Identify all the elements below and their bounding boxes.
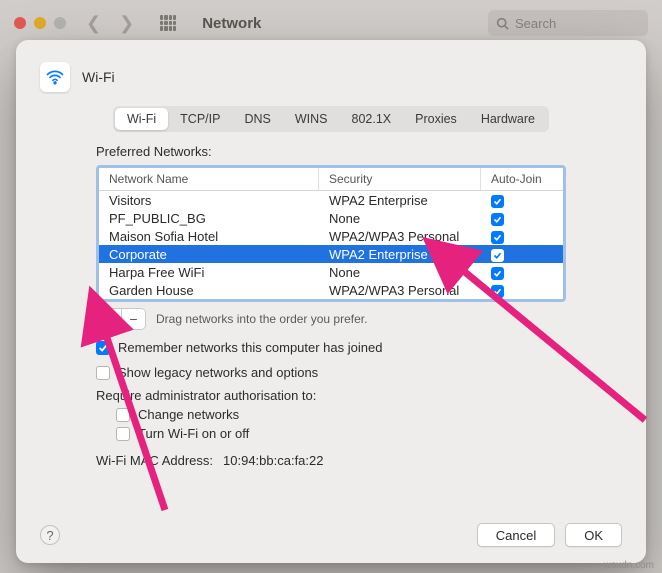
network-name: Corporate: [99, 245, 319, 263]
col-header-security[interactable]: Security: [319, 168, 481, 190]
network-name: Maison Sofia Hotel: [99, 227, 319, 245]
tab-dns[interactable]: DNS: [232, 108, 282, 130]
network-security: WPA2/WPA3 Personal: [319, 281, 481, 299]
tab-hardware[interactable]: Hardware: [469, 108, 547, 130]
network-name: PF_PUBLIC_BG: [99, 209, 319, 227]
networks-table: Network Name Security Auto-Join Visitors…: [96, 165, 566, 302]
sheet-footer: ? Cancel OK: [40, 513, 622, 547]
network-name: Harpa Free WiFi: [99, 263, 319, 281]
wifi-icon: [40, 62, 70, 92]
autojoin-checkbox[interactable]: [491, 195, 504, 208]
watermark: wsxdn.com: [604, 560, 654, 571]
change-networks-row[interactable]: Change networks: [116, 407, 566, 422]
col-header-autojoin[interactable]: Auto-Join: [481, 168, 563, 190]
tab-802-1x[interactable]: 802.1X: [340, 108, 404, 130]
remove-network-button[interactable]: −: [121, 309, 145, 329]
tab-wins[interactable]: WINS: [283, 108, 340, 130]
table-row[interactable]: CorporateWPA2 Enterprise: [99, 245, 563, 263]
network-security: WPA2 Enterprise: [319, 245, 481, 263]
tab-tcp-ip[interactable]: TCP/IP: [168, 108, 232, 130]
network-security: WPA2/WPA3 Personal: [319, 227, 481, 245]
autojoin-cell[interactable]: [481, 263, 563, 281]
show-legacy-row[interactable]: Show legacy networks and options: [96, 365, 566, 380]
table-body: VisitorsWPA2 EnterprisePF_PUBLIC_BGNoneM…: [99, 191, 563, 299]
table-header: Network Name Security Auto-Join: [99, 168, 563, 191]
add-network-button[interactable]: +: [97, 309, 121, 329]
drag-hint: Drag networks into the order you prefer.: [156, 312, 367, 326]
network-security: None: [319, 263, 481, 281]
turn-wifi-checkbox[interactable]: [116, 427, 130, 441]
autojoin-checkbox[interactable]: [491, 213, 504, 226]
add-remove-group: + −: [96, 308, 146, 330]
table-row[interactable]: Harpa Free WiFiNone: [99, 263, 563, 281]
table-row[interactable]: VisitorsWPA2 Enterprise: [99, 191, 563, 209]
table-footer: + − Drag networks into the order you pre…: [96, 308, 566, 330]
help-button[interactable]: ?: [40, 525, 60, 545]
turn-wifi-row[interactable]: Turn Wi-Fi on or off: [116, 426, 566, 441]
col-header-name[interactable]: Network Name: [99, 168, 319, 190]
ok-button[interactable]: OK: [565, 523, 622, 547]
network-name: Garden House: [99, 281, 319, 299]
autojoin-cell[interactable]: [481, 191, 563, 209]
sheet-title: Wi-Fi: [82, 69, 115, 85]
change-networks-checkbox[interactable]: [116, 408, 130, 422]
autojoin-cell[interactable]: [481, 281, 563, 299]
turn-wifi-label: Turn Wi-Fi on or off: [138, 426, 249, 441]
cancel-button[interactable]: Cancel: [477, 523, 555, 547]
table-row[interactable]: Garden HouseWPA2/WPA3 Personal: [99, 281, 563, 299]
show-legacy-checkbox[interactable]: [96, 366, 110, 380]
sheet-header: Wi-Fi: [40, 62, 622, 92]
content-area: Preferred Networks: Network Name Securit…: [40, 144, 622, 513]
network-security: WPA2 Enterprise: [319, 191, 481, 209]
wifi-advanced-sheet: Wi-Fi Wi-FiTCP/IPDNSWINS802.1XProxiesHar…: [16, 40, 646, 563]
tab-proxies[interactable]: Proxies: [403, 108, 469, 130]
autojoin-cell[interactable]: [481, 209, 563, 227]
autojoin-cell[interactable]: [481, 227, 563, 245]
require-admin-label: Require administrator authorisation to:: [96, 388, 566, 403]
autojoin-cell[interactable]: [481, 245, 563, 263]
mac-label: Wi-Fi MAC Address:: [96, 453, 213, 468]
preferred-networks-label: Preferred Networks:: [96, 144, 566, 159]
change-networks-label: Change networks: [138, 407, 239, 422]
table-row[interactable]: PF_PUBLIC_BGNone: [99, 209, 563, 227]
autojoin-checkbox[interactable]: [491, 231, 504, 244]
remember-checkbox[interactable]: [96, 341, 110, 355]
autojoin-checkbox[interactable]: [491, 267, 504, 280]
show-legacy-label: Show legacy networks and options: [118, 365, 318, 380]
mac-value: 10:94:bb:ca:fa:22: [223, 453, 323, 468]
tab-wi-fi[interactable]: Wi-Fi: [115, 108, 168, 130]
autojoin-checkbox[interactable]: [491, 249, 504, 262]
mac-address-row: Wi-Fi MAC Address: 10:94:bb:ca:fa:22: [96, 453, 566, 468]
table-row[interactable]: Maison Sofia HotelWPA2/WPA3 Personal: [99, 227, 563, 245]
autojoin-checkbox[interactable]: [491, 285, 504, 298]
network-name: Visitors: [99, 191, 319, 209]
remember-label: Remember networks this computer has join…: [118, 340, 382, 355]
tab-bar: Wi-FiTCP/IPDNSWINS802.1XProxiesHardware: [113, 106, 549, 132]
remember-networks-row[interactable]: Remember networks this computer has join…: [96, 340, 566, 355]
network-security: None: [319, 209, 481, 227]
